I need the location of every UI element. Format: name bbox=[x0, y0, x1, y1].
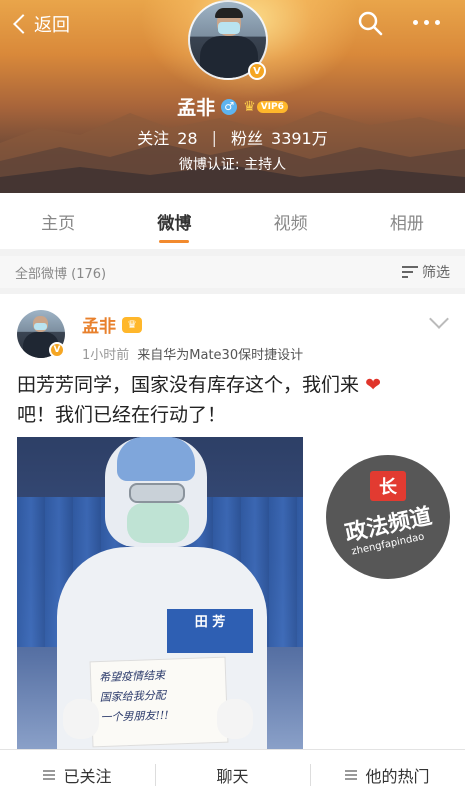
post-text-line1: 田芳芳同学，国家没有库存这个，我们来 bbox=[17, 374, 360, 396]
followers-stat[interactable]: 粉丝 3391万 bbox=[231, 125, 328, 149]
tab-video[interactable]: 视频 bbox=[233, 193, 349, 249]
profile-header: 返回 V 孟非 ♂ ♛ VIP6 关注28 | 粉丝3391万 微博认证: bbox=[0, 0, 465, 193]
post-time: 1小时前 bbox=[82, 348, 130, 363]
vip-crown-icon: ♛ bbox=[122, 316, 142, 333]
image-goggles bbox=[129, 483, 185, 503]
hot-posts-label: 他的热门 bbox=[365, 767, 430, 786]
profile-name: 孟非 bbox=[177, 97, 216, 119]
filter-label: 筛选 bbox=[422, 265, 450, 281]
channel-watermark: 长 政法频道 zhengfapindao bbox=[326, 455, 450, 579]
menu-icon bbox=[43, 770, 56, 780]
post-image[interactable]: 田 芳 希望疫情结束 国家给我分配 一个男朋友!!! bbox=[17, 437, 303, 749]
post-author-name[interactable]: 孟非 bbox=[82, 312, 116, 337]
watermark-logo: 长 bbox=[370, 471, 406, 501]
profile-avatar[interactable]: V bbox=[188, 0, 268, 80]
back-button[interactable]: 返回 bbox=[12, 10, 70, 38]
image-name-tag: 田 芳 bbox=[167, 609, 253, 653]
dot bbox=[424, 19, 429, 25]
chevron-left-icon bbox=[13, 14, 33, 34]
post-source: 来自华为Mate30保时捷设计 bbox=[137, 348, 304, 363]
avatar-mask bbox=[218, 22, 240, 34]
followed-label: 已关注 bbox=[63, 767, 112, 786]
image-handwritten-sign: 希望疫情结束 国家给我分配 一个男朋友!!! bbox=[89, 656, 229, 748]
followers-count: 3391万 bbox=[271, 129, 328, 148]
post-author-row: 孟非 ♛ bbox=[82, 312, 142, 337]
profile-tabs: 主页 微博 视频 相册 bbox=[0, 193, 465, 249]
more-options-icon[interactable] bbox=[413, 14, 447, 30]
dot bbox=[435, 19, 440, 25]
image-glove-left bbox=[63, 699, 99, 739]
image-face-mask bbox=[127, 503, 189, 543]
filter-button[interactable]: 筛选 bbox=[402, 262, 450, 282]
menu-icon bbox=[345, 770, 358, 780]
filter-icon bbox=[402, 266, 418, 278]
male-gender-icon: ♂ bbox=[221, 98, 238, 115]
tab-album[interactable]: 相册 bbox=[349, 193, 465, 249]
back-label: 返回 bbox=[34, 15, 70, 36]
name-tag-text: 田 芳 bbox=[194, 615, 226, 630]
verified-badge-icon: V bbox=[248, 62, 266, 80]
dot bbox=[413, 19, 418, 25]
avatar-cap bbox=[215, 8, 243, 18]
profile-stats: 关注 28 | 粉丝 3391万 bbox=[0, 125, 465, 149]
tab-home[interactable]: 主页 bbox=[0, 193, 116, 249]
post-author-avatar[interactable]: V bbox=[17, 310, 65, 358]
following-stat[interactable]: 关注 28 bbox=[137, 125, 197, 149]
vip-badge[interactable]: ♛ VIP6 bbox=[243, 99, 288, 115]
chat-label: 聊天 bbox=[216, 767, 249, 786]
following-count: 28 bbox=[177, 129, 198, 148]
sign-line: 一个男朋友!!! bbox=[100, 708, 169, 725]
chevron-down-icon[interactable] bbox=[429, 309, 449, 329]
bottom-action-bar: 已关注 聊天 他的热门 bbox=[0, 749, 465, 800]
tab-weibo[interactable]: 微博 bbox=[116, 193, 232, 249]
image-cap bbox=[117, 437, 195, 481]
crown-icon: ♛ bbox=[243, 98, 256, 115]
post-text: 田芳芳同学，国家没有库存这个，我们来 ❤ 吧！我们已经在行动了！ bbox=[17, 370, 447, 430]
chat-button[interactable]: 聊天 bbox=[155, 750, 310, 800]
following-label: 关注 bbox=[137, 129, 170, 148]
post-text-line2: 吧！我们已经在行动了！ bbox=[17, 404, 227, 426]
followers-label: 粉丝 bbox=[231, 129, 264, 148]
profile-name-row: 孟非 ♂ ♛ VIP6 bbox=[0, 93, 465, 120]
search-icon[interactable] bbox=[357, 10, 383, 36]
stats-divider: | bbox=[211, 127, 217, 147]
feed-filter-bar: 全部微博 (176) 筛选 bbox=[0, 256, 465, 288]
image-glove-right bbox=[217, 699, 253, 739]
verification-text: 微博认证: 主持人 bbox=[178, 157, 287, 173]
avatar-mask bbox=[34, 323, 47, 330]
followed-button[interactable]: 已关注 bbox=[0, 750, 155, 800]
hot-posts-button[interactable]: 他的热门 bbox=[310, 750, 465, 800]
all-posts-count[interactable]: 全部微博 (176) bbox=[15, 263, 106, 282]
heart-icon: ❤ bbox=[365, 374, 381, 396]
vip-level: VIP6 bbox=[256, 100, 288, 113]
verified-badge-icon: V bbox=[49, 342, 65, 358]
post-meta: 1小时前 来自华为Mate30保时捷设计 bbox=[82, 344, 303, 363]
